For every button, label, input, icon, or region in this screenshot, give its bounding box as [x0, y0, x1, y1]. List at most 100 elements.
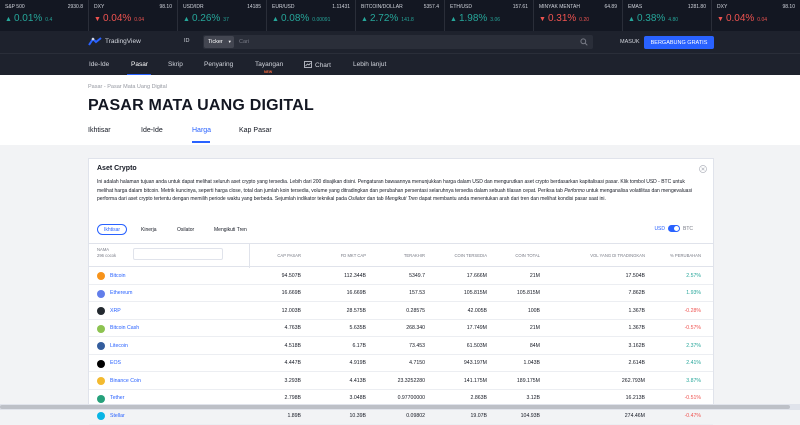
coin-name-link[interactable]: Ethereum: [110, 290, 133, 296]
table-row[interactable]: Litecoin 4.518B 6.17B 73.453 61.503M 84M 3.162…: [89, 337, 713, 355]
logo[interactable]: TradingView: [88, 37, 141, 46]
ticker-item[interactable]: USD/IDR 14185 ▲ 0.26% 37: [178, 0, 267, 31]
search-bar[interactable]: Ticker ▼ Cari: [203, 35, 593, 49]
ticker-price: 2930.8: [67, 4, 83, 10]
join-free-button[interactable]: BERGABUNG GRATIS: [644, 36, 714, 49]
ticker-item[interactable]: S&P 500 2930.8 ▲ 0.01% 0.4: [0, 0, 89, 31]
ticker-change-percent: 2.72%: [369, 13, 399, 24]
coin-name-link[interactable]: Binance Coin: [110, 378, 141, 384]
cell-last: 5349.7: [409, 272, 425, 279]
nav-more[interactable]: Lebih lanjut: [353, 61, 386, 68]
cell-chg: 2.41%: [686, 360, 701, 366]
nav-broadcasts[interactable]: Tayangan: [255, 61, 283, 68]
filter-input[interactable]: [133, 248, 223, 260]
ticker-change: ▲ 0.01% 0.4: [5, 13, 52, 24]
currency-toggle[interactable]: USD BTC: [654, 225, 693, 232]
cell-avail: 2.863B: [470, 395, 487, 401]
column-header-total-coins[interactable]: COIN TOTAL: [515, 253, 540, 258]
ticker-item[interactable]: ETH/USD 157.61 ▲ 1.98% 3.06: [445, 0, 534, 31]
arrow-down-icon: ▼: [94, 16, 101, 23]
chart-icon: [304, 61, 312, 68]
close-icon[interactable]: [699, 165, 707, 173]
ticker-change-percent: 0.38%: [636, 13, 666, 24]
ticker-selector[interactable]: Ticker ▼: [204, 36, 234, 48]
nav-markets[interactable]: Pasar: [131, 61, 148, 68]
ticker-change: ▲ 0.08% 0.00091: [272, 13, 330, 24]
cell-total: 21M: [529, 325, 540, 331]
horizontal-scrollbar[interactable]: [0, 404, 800, 410]
main-nav: Ide-Ide Pasar Skrip Penyaring Tayangan N…: [0, 53, 800, 76]
cell-cap: 3.293B: [284, 377, 301, 384]
cell-total: 104.93B: [520, 412, 540, 419]
ticker-item[interactable]: MINYAK MENTAH 64.89 ▼ 0.31% 0.20: [534, 0, 623, 31]
nav-chart[interactable]: Chart: [304, 61, 331, 69]
search-icon[interactable]: [580, 38, 588, 46]
coin-name-link[interactable]: XRP: [110, 308, 121, 314]
subtab-ideas[interactable]: Ide-Ide: [141, 127, 163, 134]
ticker-item[interactable]: DXY 98.10 ▼ 0.04% 0.04: [712, 0, 800, 31]
column-header-last[interactable]: TERAKHIR: [404, 253, 425, 258]
ticker-change-abs: 3.06: [490, 17, 501, 23]
login-link[interactable]: MASUK: [620, 39, 640, 45]
ticker-item[interactable]: EUR/USD 1.11431 ▲ 0.08% 0.00091: [267, 0, 356, 31]
ticker-symbol: EUR/USD: [272, 4, 295, 10]
scrollbar-thumb[interactable]: [0, 405, 790, 409]
table-row[interactable]: Bitcoin Cash 4.763B 5.635B 268.340 17.749M 21…: [89, 320, 713, 337]
table-row[interactable]: Binance Coin 3.293B 4.413B 23.3252280 141.17…: [89, 372, 713, 390]
table-row[interactable]: EOS 4.447B 4.919B 4.7150 943.197M 1.043B 2.614…: [89, 355, 713, 372]
ticker-change: ▼ 0.31% 0.20: [539, 13, 589, 24]
arrow-up-icon: ▲: [5, 16, 12, 23]
subtab-market-cap[interactable]: Kap Pasar: [239, 127, 272, 134]
subtab-overview[interactable]: Ikhtisar: [88, 127, 111, 134]
ticker-symbol: USD/IDR: [183, 4, 204, 10]
coin-name-link[interactable]: Bitcoin Cash: [110, 325, 139, 331]
column-header-fd-market-cap[interactable]: FD MKT CAP: [341, 253, 366, 258]
coin-name-link[interactable]: Tether: [110, 395, 124, 401]
subtab-prices[interactable]: Harga: [192, 127, 211, 134]
page-header-band: Pasar - Pasar Mata Uang Digital PASAR MA…: [0, 75, 800, 145]
breadcrumb[interactable]: Pasar - Pasar Mata Uang Digital: [88, 84, 167, 90]
ticker-item[interactable]: EMAS 1281.80 ▲ 0.38% 4.80: [623, 0, 712, 31]
cell-cap: 94.507B: [281, 272, 301, 279]
cell-chg: -0.51%: [684, 395, 701, 401]
column-header-name[interactable]: NAMA 296 cocok: [97, 247, 116, 258]
table-tab-oscillators[interactable]: Osilator: [177, 227, 194, 233]
cell-fd: 28.575B: [346, 307, 366, 314]
table-tab-performance[interactable]: Kinerja: [141, 227, 157, 233]
ticker-item[interactable]: BITCOIN/DOLLAR 5357.4 ▲ 2.72% 141.8: [356, 0, 445, 31]
name-header-label: NAMA: [97, 247, 110, 252]
table-tab-overview[interactable]: Ikhtisar: [97, 224, 127, 235]
table-row[interactable]: Bitcoin 94.507B 112.344B 5349.7 17.666M 21M 17…: [89, 267, 713, 285]
column-header-available-coins[interactable]: COIN TERSEDIA: [455, 253, 488, 258]
cell-avail: 943.197M: [463, 360, 487, 366]
currency-switch[interactable]: [668, 225, 680, 232]
coin-name-link[interactable]: EOS: [110, 360, 121, 366]
coin-name-link[interactable]: Stellar: [110, 413, 125, 419]
card-description: Ini adalah halaman tujuan anda untuk dap…: [97, 178, 697, 204]
nav-chart-label: Chart: [315, 62, 331, 69]
cell-chg: 3.87%: [686, 377, 701, 384]
coin-logo-icon: [97, 377, 105, 385]
cell-vol: 2.614B: [628, 360, 645, 366]
search-input[interactable]: Cari: [239, 39, 249, 45]
cell-last: 23.3252280: [397, 377, 425, 384]
coin-name-link[interactable]: Litecoin: [110, 343, 128, 349]
language-switch[interactable]: ID: [184, 38, 190, 44]
column-header-change[interactable]: % PERUBAHAN: [670, 253, 701, 258]
coin-logo-icon: [97, 289, 105, 298]
table-tab-trend[interactable]: Mengikuti Tren: [214, 227, 247, 233]
ticker-item[interactable]: DXY 98.10 ▼ 0.04% 0.04: [89, 0, 178, 31]
table-row[interactable]: XRP 12.003B 28.575B 0.28575 42.005B 100B 1.367…: [89, 302, 713, 320]
cell-avail: 141.175M: [463, 377, 487, 384]
table-row[interactable]: Ethereum 16.669B 16.669B 157.53 105.815M 105.…: [89, 285, 713, 302]
coin-logo-icon: [97, 324, 105, 333]
nav-ideas[interactable]: Ide-Ide: [89, 61, 109, 68]
column-header-market-cap[interactable]: CAP PASAR: [277, 253, 301, 258]
cell-total: 189.175M: [516, 377, 540, 384]
match-count: 296 cocok: [97, 252, 117, 258]
coin-name-link[interactable]: Bitcoin: [110, 273, 126, 279]
nav-screener[interactable]: Penyaring: [204, 61, 233, 68]
column-header-volume[interactable]: VOL YANG DI TRADINGKAN: [590, 253, 645, 258]
ticker-change: ▲ 1.98% 3.06: [450, 13, 500, 24]
nav-scripts[interactable]: Skrip: [168, 61, 183, 68]
